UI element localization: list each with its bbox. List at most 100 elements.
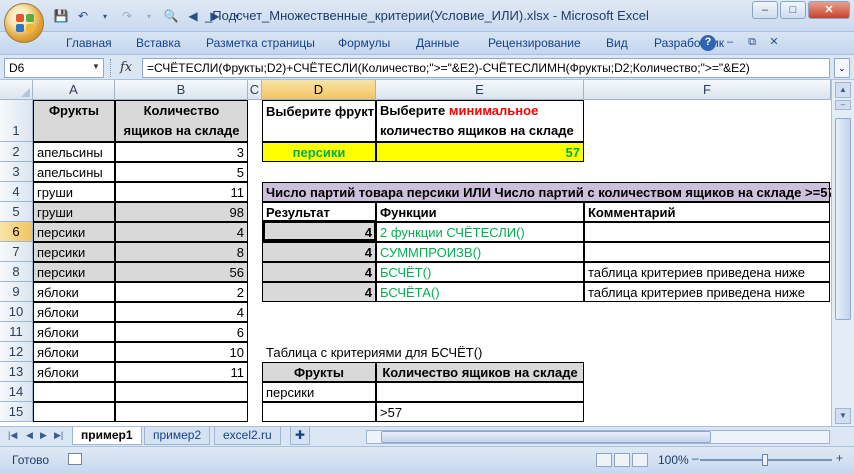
table-row-fruit[interactable]: яблоки	[33, 322, 115, 342]
result-value[interactable]: 4	[262, 222, 376, 242]
row-header-12[interactable]: 12	[0, 342, 33, 362]
column-header-a[interactable]: A	[33, 80, 115, 100]
table-row-fruit[interactable]: яблоки	[33, 362, 115, 382]
result-function[interactable]: БСЧЁТА()	[376, 282, 584, 302]
close-button[interactable]: ✕	[808, 1, 850, 19]
office-button[interactable]	[4, 3, 44, 43]
row-header-2[interactable]: 2	[0, 142, 33, 162]
criteria-header-qty[interactable]: Количество ящиков на складе	[376, 362, 584, 382]
column-header-f[interactable]: F	[584, 80, 831, 100]
page-break-view-icon[interactable]	[632, 453, 648, 467]
results-header-comment[interactable]: Комментарий	[584, 202, 830, 222]
criteria-fruit-value[interactable]	[262, 402, 376, 422]
cell-b14[interactable]	[115, 382, 248, 402]
table-row-qty[interactable]: 6	[115, 322, 248, 342]
prev-sheet-icon[interactable]: ◀	[26, 430, 33, 441]
name-box[interactable]: D6	[4, 58, 104, 78]
ribbon-restore-icon[interactable]: ⧉	[744, 35, 760, 51]
table-row-fruit[interactable]: яблоки	[33, 342, 115, 362]
tab-insert[interactable]: Вставка	[136, 36, 181, 50]
table-row-qty[interactable]: 10	[115, 342, 248, 362]
table-row-qty[interactable]: 2	[115, 282, 248, 302]
criteria-qty-value[interactable]: >57	[376, 402, 584, 422]
sheet-tab-primer1[interactable]: пример1	[72, 427, 142, 445]
table-row-qty[interactable]: 3	[115, 142, 248, 162]
table-row-fruit[interactable]: груши	[33, 182, 115, 202]
result-comment[interactable]	[584, 222, 830, 242]
minimize-button[interactable]: –	[752, 1, 778, 19]
help-icon[interactable]: ?	[700, 35, 716, 51]
scroll-up-icon[interactable]: ▲	[835, 82, 851, 98]
column-header-e[interactable]: E	[376, 80, 584, 100]
worksheet-grid[interactable]: A B C D E F 1 2 3 4 5 6 7 8 9 10 11 12 1…	[0, 80, 831, 426]
name-box-dropdown-icon[interactable]: ▼	[92, 62, 100, 71]
row-header-7[interactable]: 7	[0, 242, 33, 262]
zoom-in-icon[interactable]: +	[836, 451, 843, 465]
row-header-6[interactable]: 6	[0, 222, 33, 242]
cell-b1[interactable]: Количество ящиков на складе	[115, 100, 248, 142]
insert-sheet-icon[interactable]: ✚	[290, 427, 311, 445]
row-header-3[interactable]: 3	[0, 162, 33, 182]
criteria-table-title[interactable]: Таблица с критериями для БСЧЁТ()	[263, 343, 583, 363]
table-row-fruit[interactable]: персики	[33, 222, 115, 242]
ribbon-minimize-icon[interactable]: –	[722, 35, 738, 51]
column-header-d[interactable]: D	[262, 80, 376, 100]
table-row-fruit[interactable]: груши	[33, 202, 115, 222]
column-header-b[interactable]: B	[115, 80, 248, 100]
last-sheet-icon[interactable]: ▶|	[54, 430, 63, 441]
horizontal-scrollbar[interactable]	[366, 430, 830, 444]
table-row-qty[interactable]: 8	[115, 242, 248, 262]
table-row-qty[interactable]: 98	[115, 202, 248, 222]
results-header-functions[interactable]: Функции	[376, 202, 584, 222]
cell-a1[interactable]: Фрукты	[33, 100, 115, 142]
results-header-result[interactable]: Результат	[262, 202, 376, 222]
result-value[interactable]: 4	[262, 262, 376, 282]
row-header-15[interactable]: 15	[0, 402, 33, 422]
criteria-fruit-value[interactable]: персики	[262, 382, 376, 402]
tab-formulas[interactable]: Формулы	[338, 36, 390, 50]
cell-b15[interactable]	[115, 402, 248, 422]
scroll-down-icon[interactable]: ▼	[835, 408, 851, 424]
table-row-fruit[interactable]: яблоки	[33, 302, 115, 322]
normal-view-icon[interactable]	[596, 453, 612, 467]
result-comment[interactable]	[584, 242, 830, 262]
cell-a14[interactable]	[33, 382, 115, 402]
cell-d2-fruit-input[interactable]: персики	[262, 142, 376, 162]
cell-e1[interactable]: Выберите минимальное количество ящиков на…	[376, 100, 584, 142]
tab-data[interactable]: Данные	[416, 36, 459, 50]
row-header-10[interactable]: 10	[0, 302, 33, 322]
table-row-fruit[interactable]: персики	[33, 242, 115, 262]
cell-a15[interactable]	[33, 402, 115, 422]
tab-view[interactable]: Вид	[606, 36, 628, 50]
table-row-qty[interactable]: 5	[115, 162, 248, 182]
maximize-button[interactable]: □	[780, 1, 806, 19]
vertical-scroll-thumb[interactable]	[835, 118, 851, 320]
table-row-fruit[interactable]: персики	[33, 262, 115, 282]
result-value[interactable]: 4	[262, 242, 376, 262]
row-header-11[interactable]: 11	[0, 322, 33, 342]
sheet-tab-primer2[interactable]: пример2	[144, 427, 211, 445]
column-header-c[interactable]: C	[248, 80, 262, 100]
cell-d1[interactable]: Выберите фрукт	[262, 100, 376, 142]
table-row-qty[interactable]: 11	[115, 182, 248, 202]
row-header-9[interactable]: 9	[0, 282, 33, 302]
tab-review[interactable]: Рецензирование	[488, 36, 581, 50]
result-value[interactable]: 4	[262, 282, 376, 302]
table-row-qty[interactable]: 11	[115, 362, 248, 382]
criteria-qty-value[interactable]	[376, 382, 584, 402]
result-comment[interactable]: таблица критериев приведена ниже	[584, 282, 830, 302]
table-row-qty[interactable]: 4	[115, 222, 248, 242]
table-row-fruit[interactable]: апельсины	[33, 142, 115, 162]
expand-formula-bar-icon[interactable]: ⌄	[834, 58, 850, 78]
row-header-8[interactable]: 8	[0, 262, 33, 282]
split-box-icon[interactable]: –	[835, 100, 851, 110]
first-sheet-icon[interactable]: |◀	[8, 430, 17, 441]
insert-function-icon[interactable]: fx	[120, 60, 132, 75]
sheet-tab-excel2[interactable]: excel2.ru	[214, 427, 281, 445]
criteria-header-fruits[interactable]: Фрукты	[262, 362, 376, 382]
row-header-13[interactable]: 13	[0, 362, 33, 382]
table-row-qty[interactable]: 56	[115, 262, 248, 282]
table-row-fruit[interactable]: апельсины	[33, 162, 115, 182]
select-all-button[interactable]	[0, 80, 33, 100]
result-comment[interactable]: таблица критериев приведена ниже	[584, 262, 830, 282]
